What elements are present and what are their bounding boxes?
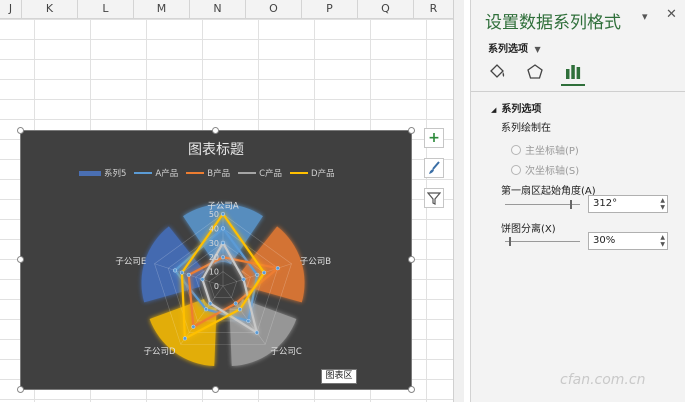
explosion-label: 饼图分离(X) [501,224,556,235]
data-point[interactable] [173,268,178,273]
secondary-axis-label: 次坐标轴(S) [525,166,580,177]
section-series-options[interactable]: ◢ 系列选项 [491,100,541,115]
first-slice-angle-slider[interactable] [505,200,580,209]
radio-icon [511,145,521,155]
radio-icon [511,165,521,175]
pane-title: 设置数据系列格式 [485,13,621,33]
data-point[interactable] [208,301,213,306]
chart-area-tooltip: 图表区 [321,369,357,384]
collapse-triangle-icon: ◢ [491,106,497,114]
tab-series-options[interactable] [561,60,585,86]
series-options-dropdown[interactable]: 系列选项 ▼ [488,40,541,55]
category-label[interactable]: 子公司B [300,257,332,267]
data-point[interactable] [179,270,184,275]
first-slice-angle-label: 第一扇区起始角度(A) [501,186,596,197]
chevron-down-icon: ▼ [534,45,541,54]
explosion-input[interactable]: 30% ▲ ▼ [588,232,668,250]
chart-filters-button[interactable] [424,188,444,208]
pane-tabs[interactable] [485,60,585,86]
data-point[interactable] [275,266,280,271]
resize-handle[interactable] [17,386,24,393]
filter-icon [427,192,441,205]
axis-tick-label[interactable]: 20 [209,253,219,262]
axis-tick-label[interactable]: 10 [209,268,219,277]
column-header-row: J K L M N O P Q R [0,0,464,19]
axis-tick-label[interactable]: 30 [209,239,219,248]
data-point[interactable] [191,324,196,329]
resize-handle[interactable] [17,256,24,263]
primary-axis-radio[interactable]: 主坐标轴(P) [511,142,579,157]
secondary-axis-radio[interactable]: 次坐标轴(S) [511,162,579,177]
first-slice-angle-input[interactable]: 312° ▲ ▼ [588,195,668,213]
radar-plot[interactable]: 50403020100 子公司A子公司B子公司C子公司D子公司E [21,131,413,391]
category-label[interactable]: 子公司E [115,257,146,267]
spin-arrows-icon[interactable]: ▲ ▼ [660,197,665,211]
chart-area[interactable]: 图表标题 系列5 A产品 B产品 C产品 D产品 50 40 30 20 10 … [20,130,412,390]
tab-fill-line[interactable] [485,60,509,84]
pane-options-chevron-icon[interactable]: ▾ [642,10,648,23]
chart-elements-button[interactable]: + [424,128,444,148]
resize-handle[interactable] [212,386,219,393]
data-point[interactable] [254,330,259,335]
column-header-j[interactable]: J [0,0,22,18]
axis-tick-label[interactable]: 40 [209,224,219,233]
slider-thumb[interactable] [570,200,573,209]
resize-handle[interactable] [408,256,415,263]
category-label[interactable]: 子公司D [144,347,177,357]
chart-styles-button[interactable] [424,158,444,178]
first-slice-angle-value: 312° [593,198,618,209]
category-label[interactable]: 子公司A [207,201,239,211]
data-point[interactable] [200,277,205,282]
column-header-p[interactable]: P [302,0,358,18]
explosion-slider[interactable] [505,237,580,246]
bar-chart-icon [566,65,581,79]
data-point[interactable] [204,307,209,312]
explosion-value: 30% [593,235,616,246]
column-header-l[interactable]: L [78,0,134,18]
category-label[interactable]: 子公司C [270,347,302,357]
tab-effects[interactable] [523,60,547,84]
resize-handle[interactable] [212,127,219,134]
vertical-scrollbar[interactable] [453,0,464,402]
plot-series-on-label: 系列绘制在 [501,123,551,134]
data-point[interactable] [220,226,226,231]
column-header-q[interactable]: Q [358,0,414,18]
data-point[interactable] [220,255,226,260]
data-point[interactable] [186,272,191,277]
section-label: 系列选项 [501,104,542,115]
data-point[interactable] [237,307,242,312]
column-header-k[interactable]: K [22,0,78,18]
data-point[interactable] [182,336,187,341]
data-point[interactable] [220,240,226,245]
column-header-r[interactable]: R [414,0,454,18]
resize-handle[interactable] [17,127,24,134]
data-point[interactable] [255,272,260,277]
resize-handle[interactable] [408,127,415,134]
data-point[interactable] [262,270,267,275]
resize-handle[interactable] [408,386,415,393]
column-header-o[interactable]: O [246,0,302,18]
pane-divider [471,91,685,92]
slider-thumb[interactable] [508,237,511,246]
axis-tick-label[interactable]: 0 [214,282,219,291]
close-icon[interactable]: ✕ [666,7,677,22]
data-point[interactable] [246,318,251,323]
primary-axis-label: 主坐标轴(P) [525,146,579,157]
brush-icon [429,161,440,174]
data-point[interactable] [233,301,238,306]
series-options-label: 系列选项 [488,44,528,55]
data-point[interactable] [220,211,226,217]
column-header-n[interactable]: N [190,0,246,18]
plus-icon: + [428,130,440,146]
paint-bucket-icon [490,64,505,78]
format-data-series-pane[interactable]: 设置数据系列格式 ▾ ✕ 系列选项 ▼ ◢ 系列选项 系列绘制在 主坐标轴(P)… [470,0,685,402]
data-point[interactable] [241,277,246,282]
spin-arrows-icon[interactable]: ▲ ▼ [660,234,665,248]
column-header-m[interactable]: M [134,0,190,18]
pentagon-icon [527,64,543,79]
watermark: cfan.com.cn [560,372,646,388]
